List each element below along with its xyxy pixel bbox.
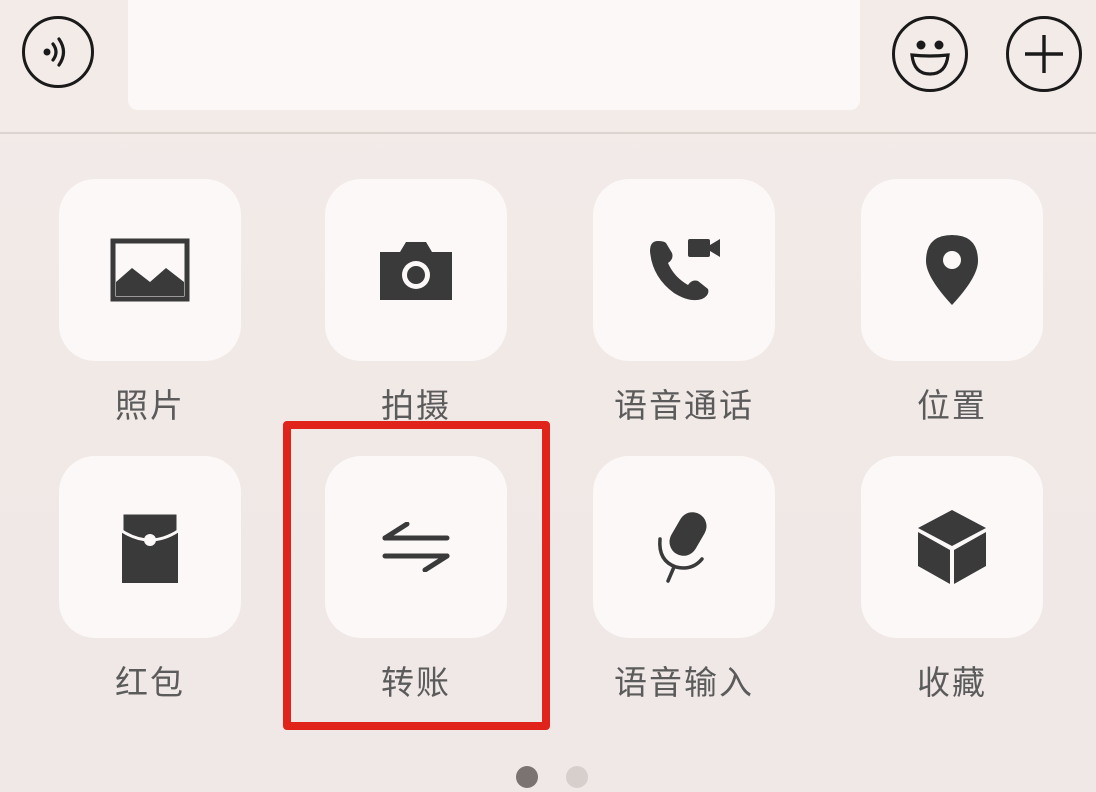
tile-button[interactable] xyxy=(861,179,1043,361)
location-pin-icon xyxy=(926,235,978,305)
page-indicator-dot-active[interactable] xyxy=(516,766,538,788)
phone-video-call-icon xyxy=(650,239,720,301)
favorites-cube-icon xyxy=(918,510,986,584)
tile-label: 语音输入 xyxy=(614,663,754,702)
plus-icon xyxy=(1025,35,1063,73)
function-tile-voice-call[interactable]: 语音通话 xyxy=(593,179,775,429)
red-packet-icon xyxy=(120,511,180,583)
voice-wave-icon xyxy=(43,37,66,67)
tile-button[interactable] xyxy=(861,456,1043,638)
emoji-button[interactable] xyxy=(892,16,968,92)
message-input[interactable] xyxy=(128,0,860,110)
tile-label: 红包 xyxy=(115,663,185,702)
chat-input-bar xyxy=(0,0,1096,134)
function-tile-location[interactable]: 位置 xyxy=(861,179,1043,429)
tile-label: 语音通话 xyxy=(614,386,754,425)
tile-button[interactable] xyxy=(325,179,507,361)
highlight-box xyxy=(283,421,550,730)
smiley-icon xyxy=(910,40,950,76)
microphone-icon xyxy=(658,512,707,583)
function-tile-photo[interactable]: 照片 xyxy=(59,179,241,429)
function-tile-favorites[interactable]: 收藏 xyxy=(861,456,1043,706)
voice-toggle-button[interactable] xyxy=(22,16,94,88)
page-indicator-dot[interactable] xyxy=(566,766,588,788)
more-functions-button[interactable] xyxy=(1006,16,1082,92)
function-tile-camera[interactable]: 拍摄 xyxy=(325,179,507,429)
tile-label: 拍摄 xyxy=(381,386,451,425)
tile-button[interactable] xyxy=(593,456,775,638)
photo-icon xyxy=(110,238,190,302)
function-tile-red-packet[interactable]: 红包 xyxy=(59,456,241,706)
function-tile-voice-input[interactable]: 语音输入 xyxy=(593,456,775,706)
camera-icon xyxy=(380,242,452,300)
tile-label: 照片 xyxy=(115,386,185,425)
tile-label: 位置 xyxy=(917,386,987,425)
tile-button[interactable] xyxy=(59,179,241,361)
tile-label: 收藏 xyxy=(917,663,987,702)
tile-button[interactable] xyxy=(59,456,241,638)
tile-button[interactable] xyxy=(593,179,775,361)
